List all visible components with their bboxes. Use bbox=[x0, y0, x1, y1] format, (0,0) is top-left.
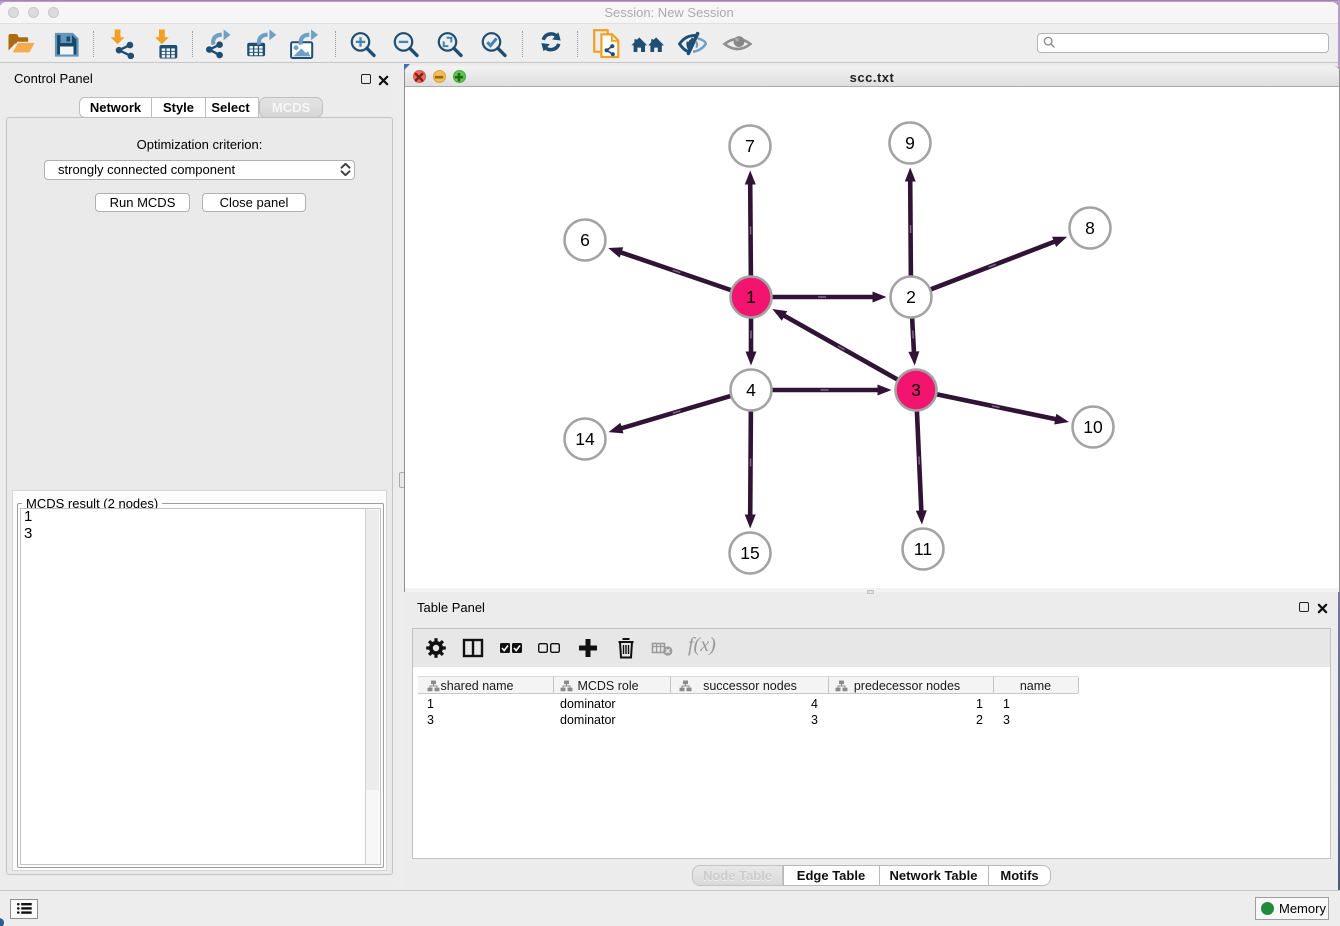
svg-text:10: 10 bbox=[1083, 417, 1103, 437]
svg-text:2: 2 bbox=[906, 287, 916, 307]
svg-text:9: 9 bbox=[905, 133, 915, 153]
svg-text:4: 4 bbox=[746, 380, 756, 400]
svg-text:3: 3 bbox=[911, 380, 921, 400]
svg-text:8: 8 bbox=[1085, 218, 1095, 238]
svg-text:7: 7 bbox=[745, 136, 755, 156]
svg-text:14: 14 bbox=[575, 429, 595, 449]
svg-text:11: 11 bbox=[914, 539, 932, 559]
svg-text:1: 1 bbox=[746, 287, 756, 307]
svg-text:6: 6 bbox=[580, 230, 590, 250]
svg-text:15: 15 bbox=[740, 543, 759, 563]
